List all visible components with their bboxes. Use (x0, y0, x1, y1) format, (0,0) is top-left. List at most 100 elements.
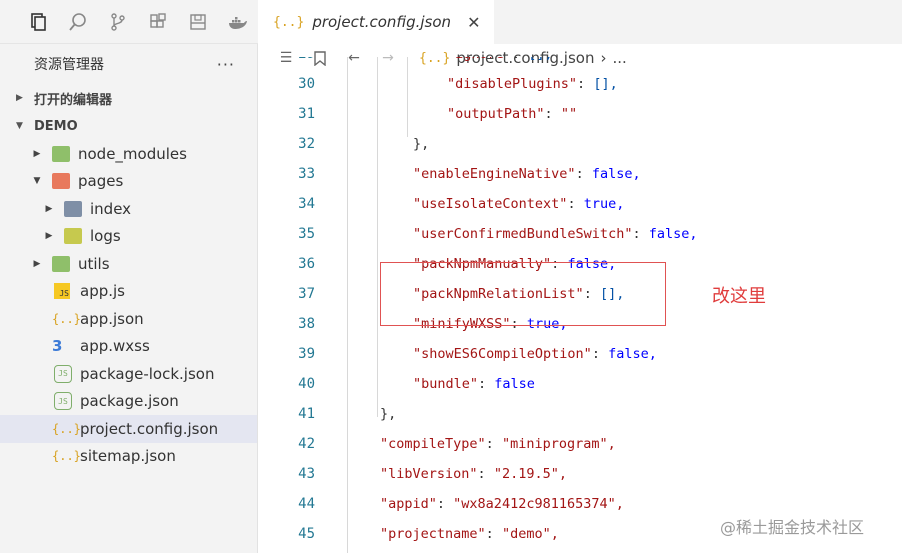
code-text: "libVersion": "2.19.5", (380, 466, 567, 482)
search-icon[interactable] (58, 0, 98, 44)
line-number: 44 (298, 496, 315, 512)
json-key: "useIsolateContext" (413, 196, 568, 212)
code-line[interactable]: 43 "libVersion": "2.19.5", (259, 459, 902, 489)
tree-item-app-wxss[interactable]: 3 app.wxss (0, 333, 257, 361)
tab-project-config-json[interactable]: {..} project.config.json ✕ (259, 0, 495, 44)
code-text: "ignore": [], (447, 57, 553, 62)
json-file-icon: {..} (52, 449, 81, 464)
json-value: "wx8a2412c981165374", (453, 496, 624, 512)
tree-item-label: pages (78, 172, 124, 191)
explorer-sidebar: 资源管理器 ··· ▶ 打开的编辑器 ▼ DEMO ▶ node_modules… (0, 44, 258, 553)
code-text: "bundle": false (413, 376, 535, 392)
annotation-text: 改这里 (712, 286, 766, 307)
json-key: "userConfirmedBundleSwitch" (413, 226, 633, 242)
highlight-box (380, 262, 666, 326)
tree-item-label: package-lock.json (80, 364, 215, 383)
tree-item-label: app.json (80, 309, 144, 328)
tree-item-package-json[interactable]: JS package.json (0, 388, 257, 416)
json-separator: : (477, 466, 494, 482)
explorer-icon[interactable] (18, 0, 58, 44)
tree-item-project-config-json[interactable]: {..} project.config.json (0, 415, 257, 443)
json-separator: : (575, 166, 592, 182)
tree-item-index[interactable]: ▶ index (0, 195, 257, 223)
code-text: "showES6CompileOption": false, (413, 346, 657, 362)
tree-item-utils[interactable]: ▶ utils (0, 250, 257, 278)
docker-icon[interactable] (218, 0, 258, 44)
nodejs-file-icon: JS (54, 392, 72, 411)
tree-item-sitemap-json[interactable]: {..} sitemap.json (0, 443, 257, 471)
json-separator: : (478, 376, 495, 392)
tab-bar: {..} project.config.json ✕ (259, 0, 902, 44)
json-value: false, (648, 226, 698, 242)
source-control-icon[interactable] (98, 0, 138, 44)
json-key: "libVersion" (380, 466, 478, 482)
extensions-icon[interactable] (138, 0, 178, 44)
json-separator: : (544, 106, 561, 122)
code-line[interactable]: 42 "compileType": "miniprogram", (259, 429, 902, 459)
line-number: 33 (298, 166, 315, 182)
chevron-right-icon: ▶ (33, 258, 41, 269)
code-line[interactable]: 41}, (259, 399, 902, 429)
json-file-icon: {..} (273, 14, 305, 30)
line-number: 36 (298, 256, 315, 272)
json-separator: : (485, 526, 502, 542)
chevron-right-icon: ▶ (45, 231, 53, 242)
js-file-icon: JS (54, 283, 70, 300)
json-value: false, (591, 166, 641, 182)
watermark: @稀土掘金技术社区 (720, 518, 865, 537)
code-text: "userConfirmedBundleSwitch": false, (413, 226, 698, 242)
code-line[interactable]: 34 "useIsolateContext": true, (259, 189, 902, 219)
code-line[interactable]: 32}, (259, 129, 902, 159)
json-value: "2.19.5", (493, 466, 567, 482)
tree-item-app-js[interactable]: JS app.js (0, 278, 257, 306)
line-number: 43 (298, 466, 315, 482)
tree-item-package-lock-json[interactable]: JS package-lock.json (0, 360, 257, 388)
tree-item-label: project.config.json (80, 419, 219, 438)
tree-item-node-modules[interactable]: ▶ node_modules (0, 140, 257, 168)
json-key: "outputPath" (447, 106, 545, 122)
code-line[interactable]: 35 "userConfirmedBundleSwitch": false, (259, 219, 902, 249)
code-text: }, (413, 136, 429, 152)
code-text: "compileType": "miniprogram", (380, 436, 616, 452)
code-line[interactable]: 33 "enableEngineNative": false, (259, 159, 902, 189)
json-key: "appid" (380, 496, 437, 512)
tree-item-label: index (90, 199, 132, 218)
json-key: "enableEngineNative" (413, 166, 576, 182)
tree-item-label: node_modules (78, 144, 187, 163)
open-editors-section[interactable]: ▶ 打开的编辑器 (0, 84, 257, 112)
folder-icon (52, 145, 70, 162)
json-value: [], (593, 76, 618, 92)
folder-icon (52, 173, 70, 190)
more-actions-icon[interactable]: ··· (217, 55, 235, 74)
chevron-right-icon: ▶ (33, 148, 41, 159)
tree-item-app-json[interactable]: {..} app.json (0, 305, 257, 333)
project-section[interactable]: ▼ DEMO (0, 112, 257, 140)
line-number: 34 (298, 196, 315, 212)
tree-item-label: logs (90, 227, 121, 246)
json-key: "compileType" (380, 436, 486, 452)
line-number: 45 (298, 526, 315, 542)
storage-icon[interactable] (178, 0, 218, 44)
tree-item-logs[interactable]: ▶ logs (0, 223, 257, 251)
code-text: "enableEngineNative": false, (413, 166, 641, 182)
tree-item-pages[interactable]: ▼ pages (0, 168, 257, 196)
code-line[interactable]: 29 "ignore": [], (259, 57, 902, 69)
activity-bar (0, 0, 258, 44)
json-value: false (494, 376, 535, 392)
folder-icon (64, 228, 82, 245)
code-line[interactable]: 30 "disablePlugins": [], (259, 69, 902, 99)
folder-icon (52, 255, 70, 272)
project-label: DEMO (34, 118, 78, 134)
chevron-right-icon: ▶ (16, 93, 23, 103)
tree-item-label: package.json (80, 392, 179, 411)
line-number: 41 (298, 406, 315, 422)
code-text: "useIsolateContext": true, (413, 196, 624, 212)
close-icon[interactable]: ✕ (467, 13, 480, 32)
code-line[interactable]: 31 "outputPath": "" (259, 99, 902, 129)
line-number: 31 (298, 106, 315, 122)
code-line[interactable]: 40 "bundle": false (259, 369, 902, 399)
code-line[interactable]: 39 "showES6CompileOption": false, (259, 339, 902, 369)
json-separator: : (567, 196, 584, 212)
json-key: "projectname" (380, 526, 486, 542)
line-number: 37 (298, 286, 315, 302)
